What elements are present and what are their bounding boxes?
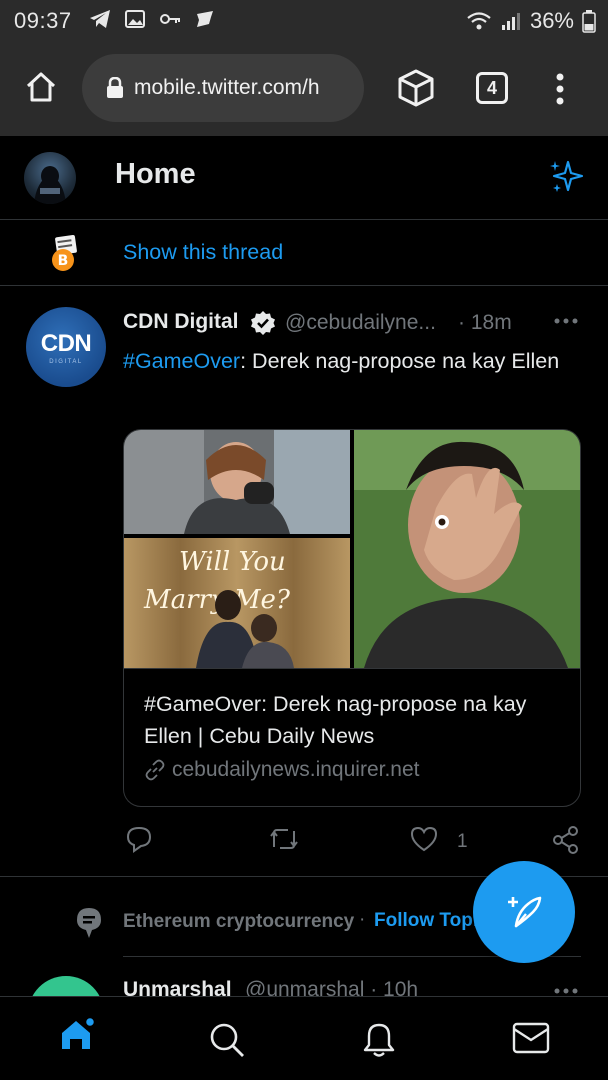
card-domain-row: cebudailynews.inquirer.net xyxy=(144,758,420,782)
like-heart-icon[interactable] xyxy=(409,825,439,853)
url-text: mobile.twitter.com/h xyxy=(134,76,320,99)
share-icon[interactable] xyxy=(551,825,581,855)
show-thread-link[interactable]: Show this thread xyxy=(123,240,283,265)
browser-menu-icon[interactable] xyxy=(550,72,570,106)
wifi-icon xyxy=(467,12,491,30)
next-author-name[interactable]: Unmarshal xyxy=(123,978,232,996)
tweet-text-body: : Derek nag-propose na kay Ellen xyxy=(240,349,560,373)
more-options-icon[interactable] xyxy=(552,307,580,335)
topic-label[interactable]: Ethereum cryptocurrency xyxy=(123,911,354,933)
home-nav-icon xyxy=(62,1016,96,1049)
card-title: #GameOver: Derek nag-propose na kay Elle… xyxy=(144,692,527,748)
card-domain: cebudailynews.inquirer.net xyxy=(172,758,420,781)
svg-text:B: B xyxy=(58,253,69,269)
bell-icon xyxy=(363,1023,395,1057)
page-title: Home xyxy=(115,158,196,190)
bottom-navigation xyxy=(0,996,608,1080)
mail-icon xyxy=(512,1022,550,1054)
next-author-handle[interactable]: @unmarshal · 10h xyxy=(245,978,418,996)
author-name[interactable]: CDN Digital xyxy=(123,310,239,334)
battery-percent: 36% xyxy=(529,8,574,33)
search-icon xyxy=(210,1023,244,1057)
topic-separator: · xyxy=(359,909,366,930)
profile-avatar[interactable] xyxy=(24,152,76,204)
next-more-options-icon[interactable] xyxy=(552,984,580,996)
next-author-avatar[interactable] xyxy=(28,976,104,996)
link-icon xyxy=(145,759,165,781)
gallery-icon xyxy=(125,10,145,28)
extension-cube-icon[interactable] xyxy=(396,68,436,108)
lock-icon xyxy=(107,77,123,98)
hooded-figure-icon xyxy=(34,166,66,204)
tab-count: 4 xyxy=(486,77,497,98)
address-bar[interactable]: mobile.twitter.com/h xyxy=(82,54,364,122)
neon-sign-line1: Will You xyxy=(179,547,286,577)
author-avatar[interactable]: CDN DIGITAL xyxy=(26,307,106,387)
link-card[interactable]: Will You Marry Me? #GameOver: Derek nag- xyxy=(123,429,581,807)
bitcoin-avatar-icon: B xyxy=(52,234,77,271)
status-bar: 09:37 36% xyxy=(0,0,608,44)
home-icon[interactable] xyxy=(24,70,58,104)
like-count: 1 xyxy=(457,831,468,852)
compose-tweet-button[interactable] xyxy=(473,861,575,963)
card-image: Will You Marry Me? xyxy=(124,430,580,668)
nav-home[interactable] xyxy=(58,1015,98,1060)
sparkle-icon[interactable] xyxy=(548,158,584,194)
telegram-icon xyxy=(90,10,110,28)
browser-toolbar: mobile.twitter.com/h 4 xyxy=(0,44,608,136)
tweet[interactable]: CDN DIGITAL CDN Digital @cebudailyne... … xyxy=(0,287,608,877)
avatar-logo-text: CDN xyxy=(40,329,92,357)
author-handle[interactable]: @cebudailyne... xyxy=(285,311,436,335)
tweet-text: #GameOver: Derek nag-propose na kay Elle… xyxy=(123,345,583,377)
tweet-actions: 1 xyxy=(123,825,583,861)
reply-icon[interactable] xyxy=(125,825,153,853)
app-notification-icon xyxy=(197,11,213,27)
system-status: 36% xyxy=(466,8,596,34)
follow-topic-button[interactable]: Follow Topic xyxy=(374,910,489,932)
timeline-header: Home xyxy=(0,136,608,220)
topic-icon xyxy=(77,908,101,938)
show-thread-row[interactable]: B Show this thread xyxy=(0,220,608,286)
status-time: 09:37 xyxy=(14,8,72,33)
signal-icon xyxy=(501,13,520,30)
nav-search[interactable] xyxy=(208,1021,246,1064)
compose-feather-icon xyxy=(508,896,542,928)
notification-icons xyxy=(88,8,216,30)
tab-switcher-button[interactable]: 4 xyxy=(476,72,508,104)
retweet-icon[interactable] xyxy=(268,825,300,853)
battery-icon xyxy=(582,10,596,33)
tweet-time: · 18m xyxy=(458,311,512,334)
vpn-key-icon xyxy=(160,14,180,24)
hashtag-link[interactable]: #GameOver xyxy=(123,349,240,373)
nav-notifications[interactable] xyxy=(360,1021,398,1064)
verified-badge-icon xyxy=(251,311,275,335)
avatar-logo-subtext: DIGITAL xyxy=(49,358,83,365)
nav-messages[interactable] xyxy=(512,1021,550,1060)
